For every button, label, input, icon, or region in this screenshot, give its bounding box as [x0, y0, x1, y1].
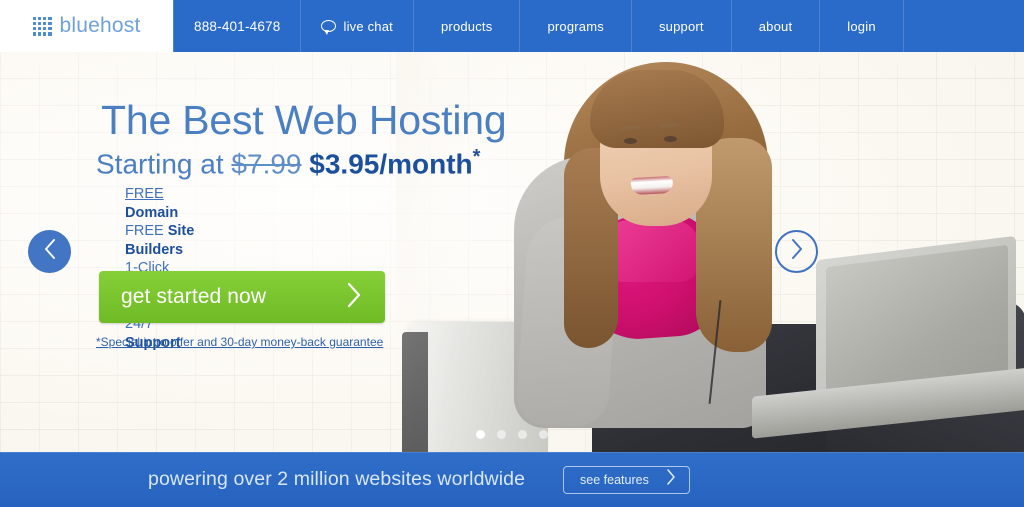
bottom-promo-bar: powering over 2 million websites worldwi…	[0, 452, 1024, 507]
old-price: $7.99	[231, 148, 302, 180]
carousel-dot-4[interactable]	[539, 430, 548, 439]
get-started-label: get started now	[121, 285, 267, 308]
page-title: The Best Web Hosting	[101, 97, 507, 143]
nav-login[interactable]: login	[820, 0, 904, 52]
nav-phone[interactable]: 888-401-4678	[173, 0, 302, 52]
nav-programs-label: programs	[547, 18, 604, 34]
nav-live-chat-label: live chat	[343, 18, 393, 34]
hero-banner: The Best Web Hosting Starting at $7.99 $…	[0, 52, 1024, 452]
nav-products[interactable]: products	[414, 0, 521, 52]
offer-disclaimer-link[interactable]: *Special intro offer and 30-day money-ba…	[96, 335, 383, 349]
logo-wordmark: bluehost	[59, 14, 141, 37]
carousel-next-button[interactable]	[775, 230, 818, 273]
chevron-right-icon	[665, 468, 677, 491]
nav-support[interactable]: support	[632, 0, 732, 52]
see-features-label: see features	[580, 472, 649, 487]
bluehost-homepage: bluehost 888-401-4678 live chat products…	[0, 0, 1024, 507]
nav-support-label: support	[658, 18, 704, 34]
nav-live-chat[interactable]: live chat	[301, 0, 414, 52]
nav-login-label: login	[847, 18, 876, 34]
get-started-button[interactable]: get started now	[99, 271, 385, 323]
carousel-dot-2[interactable]	[497, 430, 506, 439]
carousel-dot-3[interactable]	[518, 430, 527, 439]
nav-item-list: 888-401-4678 live chat products programs…	[173, 0, 1024, 52]
chevron-right-icon	[346, 281, 363, 314]
nav-about[interactable]: about	[732, 0, 821, 52]
see-features-button[interactable]: see features	[563, 465, 690, 494]
list-item: FREE Site Builders	[125, 222, 201, 259]
nav-about-label: about	[758, 18, 793, 34]
speech-bubble-icon	[321, 20, 337, 35]
carousel-dot-1[interactable]	[476, 430, 485, 439]
nav-programs[interactable]: programs	[520, 0, 632, 52]
list-item: FREE Domain	[125, 185, 201, 222]
feature-label: Domain	[125, 204, 179, 221]
grid-logo-icon	[32, 16, 52, 36]
chevron-left-icon	[41, 238, 59, 265]
feature-prefix: FREE	[125, 223, 164, 240]
nav-phone-label: 888-401-4678	[194, 18, 281, 34]
hero-subheadline: Starting at $7.99 $3.95/month*	[96, 146, 480, 180]
top-navigation-bar: bluehost 888-401-4678 live chat products…	[0, 0, 1024, 52]
price-asterisk: *	[472, 146, 481, 168]
feature-list: FREE Domain FREE Site Builders 1-Click W…	[125, 185, 201, 352]
chevron-right-icon	[788, 238, 806, 265]
powering-tagline: powering over 2 million websites worldwi…	[148, 468, 526, 490]
price-prefix: Starting at	[96, 148, 224, 180]
feature-prefix: FREE	[125, 186, 164, 202]
bluehost-logo[interactable]: bluehost	[0, 0, 173, 52]
carousel-dots	[0, 430, 1024, 439]
new-price: $3.95/month	[309, 148, 473, 180]
carousel-prev-button[interactable]	[28, 230, 71, 273]
nav-filler	[904, 0, 1024, 52]
nav-products-label: products	[440, 18, 493, 34]
